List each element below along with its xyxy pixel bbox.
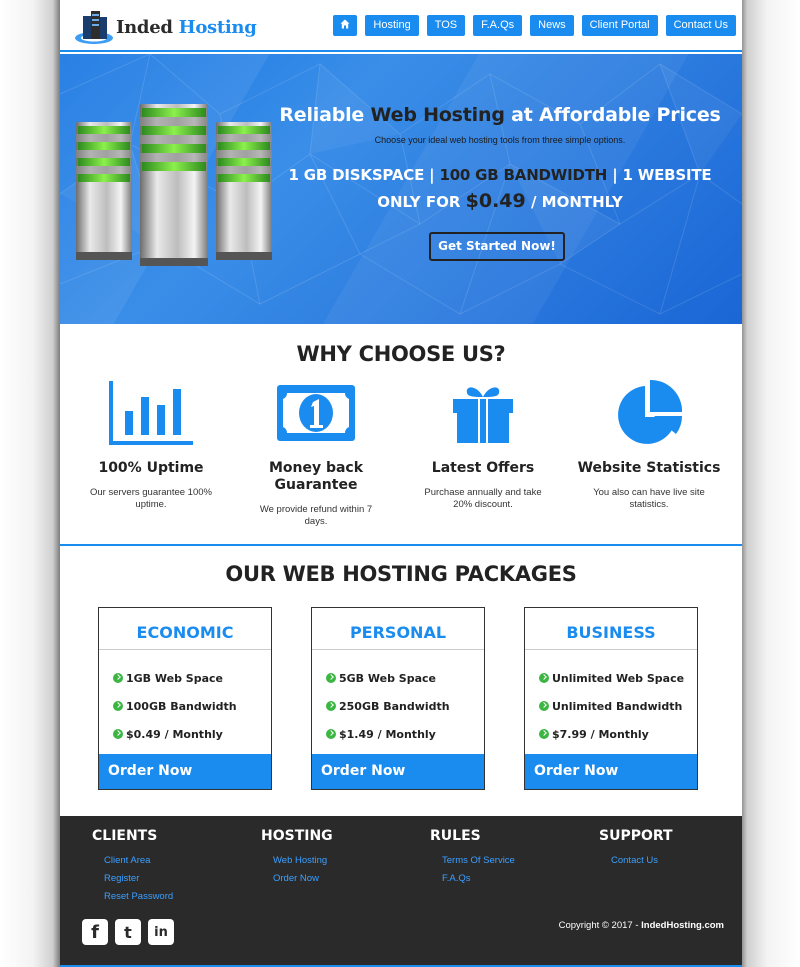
- feature-title: Website Statistics: [577, 460, 721, 476]
- package-feature: 1GB Web Space: [113, 664, 271, 692]
- footer-heading: HOSTING: [261, 828, 333, 844]
- facebook-glyph: f: [91, 921, 99, 943]
- footer-link-reset-password[interactable]: Reset Password: [104, 888, 173, 906]
- package-card-personal: PERSONAL 5GB Web Space 250GB Bandwidth $…: [311, 607, 485, 790]
- hero-price: ONLY FOR $0.49 / MONTHLY: [377, 190, 623, 212]
- pie-chart-icon: [618, 379, 683, 444]
- why-title: WHY CHOOSE US?: [296, 342, 506, 366]
- feature-title: 100% Uptime: [98, 460, 204, 476]
- nav-client-portal[interactable]: Client Portal: [581, 15, 658, 36]
- twitter-glyph: t: [124, 922, 132, 942]
- linkedin-icon[interactable]: in: [148, 919, 174, 945]
- hero-banner: Reliable Web Hosting at Affordable Price…: [60, 54, 742, 324]
- packages-section: OUR WEB HOSTING PACKAGES ECONOMIC 1GB We…: [60, 546, 742, 816]
- check-icon: [539, 673, 549, 683]
- feature-uptime: 100% Uptime Our servers guarantee 100% u…: [76, 376, 226, 511]
- feature-title: Money back Guarantee: [268, 460, 364, 493]
- order-now-button[interactable]: Order Now: [312, 754, 484, 789]
- footer-link-contact-us[interactable]: Contact Us: [611, 852, 673, 870]
- package-feature: Unlimited Web Space: [539, 664, 697, 692]
- site-footer: CLIENTS Client Area Register Reset Passw…: [60, 816, 742, 967]
- feature-website-statistics: Website Statistics You also can have liv…: [574, 376, 724, 511]
- package-feature: 100GB Bandwidth: [113, 692, 271, 720]
- footer-column-rules: RULES Terms Of Service F.A.Qs: [430, 828, 515, 888]
- footer-column-hosting: HOSTING Web Hosting Order Now: [261, 828, 333, 888]
- nav-faqs[interactable]: F.A.Qs: [473, 15, 523, 36]
- package-feature: $7.99 / Monthly: [539, 720, 697, 748]
- package-name: ECONOMIC: [99, 608, 271, 650]
- footer-heading: RULES: [430, 828, 481, 844]
- footer-link-faqs[interactable]: F.A.Qs: [442, 870, 515, 888]
- check-icon: [113, 729, 123, 739]
- package-feature: Unlimited Bandwidth: [539, 692, 697, 720]
- check-icon: [326, 729, 336, 739]
- hero-specs: 1 GB DISKSPACE | 100 GB BANDWIDTH | 1 WE…: [288, 166, 712, 184]
- feature-desc: You also can have live site statistics.: [593, 487, 705, 510]
- site-logo[interactable]: Inded Hosting: [74, 8, 257, 46]
- home-icon: [340, 19, 350, 29]
- logo-text: Inded Hosting: [116, 16, 257, 38]
- hero-title: Reliable Web Hosting at Affordable Price…: [279, 104, 721, 126]
- hero-subtitle: Choose your ideal web hosting tools from…: [374, 135, 626, 145]
- feature-desc: We provide refund within 7 days.: [259, 504, 373, 527]
- package-feature: $0.49 / Monthly: [113, 720, 271, 748]
- server-racks-image: [76, 104, 272, 266]
- feature-title: Latest Offers: [431, 460, 535, 476]
- check-icon: [539, 701, 549, 711]
- main-nav: Hosting TOS F.A.Qs News Client Portal Co…: [333, 15, 736, 36]
- check-icon: [113, 701, 123, 711]
- check-icon: [326, 673, 336, 683]
- feature-money-back: Money back Guarantee We provide refund w…: [241, 376, 391, 528]
- copyright-text: Copyright © 2017 - IndedHosting.com: [558, 920, 724, 931]
- page-shadow-right: [740, 0, 800, 967]
- package-feature: $1.49 / Monthly: [326, 720, 484, 748]
- feature-desc: Purchase annually and take 20% discount.: [424, 487, 542, 510]
- why-choose-us-section: WHY CHOOSE US? 100% Uptime Our servers g…: [60, 324, 742, 544]
- footer-link-client-area[interactable]: Client Area: [104, 852, 173, 870]
- package-name: BUSINESS: [525, 608, 697, 650]
- check-icon: [326, 701, 336, 711]
- package-feature: 5GB Web Space: [326, 664, 484, 692]
- linkedin-glyph: in: [154, 924, 168, 940]
- nav-contact-us[interactable]: Contact Us: [665, 15, 736, 36]
- packages-title: OUR WEB HOSTING PACKAGES: [225, 562, 577, 586]
- get-started-button[interactable]: Get Started Now!: [429, 232, 565, 261]
- package-card-economic: ECONOMIC 1GB Web Space 100GB Bandwidth $…: [98, 607, 272, 790]
- order-now-button[interactable]: Order Now: [99, 754, 271, 789]
- footer-heading: CLIENTS: [92, 828, 158, 844]
- footer-link-terms[interactable]: Terms Of Service: [442, 852, 515, 870]
- footer-column-support: SUPPORT Contact Us: [599, 828, 673, 870]
- footer-column-clients: CLIENTS Client Area Register Reset Passw…: [92, 828, 173, 906]
- package-feature: 250GB Bandwidth: [326, 692, 484, 720]
- money-bill-icon: [277, 385, 355, 441]
- package-card-business: BUSINESS Unlimited Web Space Unlimited B…: [524, 607, 698, 790]
- logo-server-icon: [75, 11, 113, 44]
- package-name: PERSONAL: [312, 608, 484, 650]
- feature-desc: Our servers guarantee 100% uptime.: [90, 487, 212, 510]
- gift-icon: [453, 387, 513, 443]
- twitter-icon[interactable]: t: [115, 919, 141, 945]
- footer-link-web-hosting[interactable]: Web Hosting: [273, 852, 333, 870]
- footer-heading: SUPPORT: [599, 828, 673, 844]
- nav-news[interactable]: News: [530, 15, 574, 36]
- footer-link-register[interactable]: Register: [104, 870, 173, 888]
- nav-home-button[interactable]: [333, 15, 358, 36]
- nav-tos[interactable]: TOS: [426, 15, 466, 36]
- order-now-button[interactable]: Order Now: [525, 754, 697, 789]
- check-icon: [539, 729, 549, 739]
- social-links: f t in: [82, 919, 174, 945]
- page: Inded Hosting Hosting TOS F.A.Qs News Cl…: [60, 0, 742, 967]
- site-header: Inded Hosting Hosting TOS F.A.Qs News Cl…: [60, 0, 742, 52]
- feature-latest-offers: Latest Offers Purchase annually and take…: [408, 376, 558, 511]
- footer-link-order-now[interactable]: Order Now: [273, 870, 333, 888]
- nav-hosting[interactable]: Hosting: [365, 15, 419, 36]
- page-shadow-left: [0, 0, 60, 967]
- facebook-icon[interactable]: f: [82, 919, 108, 945]
- check-icon: [113, 673, 123, 683]
- bar-chart-icon: [109, 381, 193, 445]
